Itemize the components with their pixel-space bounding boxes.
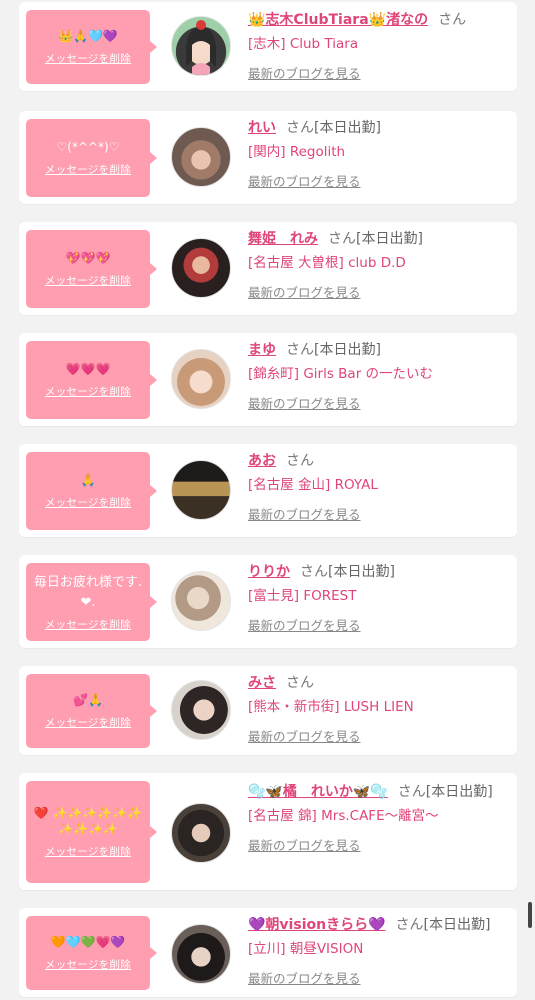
latest-blog-link[interactable]: 最新のブログを見る xyxy=(248,615,361,634)
message-text: 🙏 xyxy=(80,473,96,487)
message-bubble: 👑🙏🩵💜 メッセージを削除 xyxy=(26,10,157,84)
scrollbar[interactable] xyxy=(528,902,532,928)
member-info: 👑志木ClubTiara👑渚なの さん [志木] Club Tiara 最新のブロ… xyxy=(248,9,511,82)
delete-message-link[interactable]: メッセージを削除 xyxy=(45,384,131,399)
avatar[interactable] xyxy=(171,924,231,984)
message-text: ❤️ ✨✨✨✨✨✨ ✨✨✨✨ xyxy=(33,806,143,836)
member-info: みさ さん [熊本・新市街] LUSH LIEN 最新のブログを見る xyxy=(248,672,511,745)
message-card: 🙏 メッセージを削除 あお さん [名古屋 金山] ROYAL 最新のブログを見る xyxy=(19,444,517,537)
message-card: 🧡🩵💚💗💜 メッセージを削除 💜朝visionきらら💜 さん[本日出勤] [立川]… xyxy=(19,908,517,997)
member-name-link[interactable]: 舞姫 れみ xyxy=(248,231,318,247)
shop-name: [錦糸町] Girls Bar の一たいむ xyxy=(248,366,434,382)
honorific: さん xyxy=(397,784,426,800)
delete-message-link[interactable]: メッセージを削除 xyxy=(45,162,131,177)
member-name-link[interactable]: みさ xyxy=(248,675,276,691)
message-text: ♡(*^^*)♡ xyxy=(56,140,120,154)
member-name-link[interactable]: 💜朝visionきらら💜 xyxy=(248,917,386,933)
message-card: 💗💗💗 メッセージを削除 まゆ さん[本日出勤] [錦糸町] Girls Bar … xyxy=(19,333,517,426)
shop-name: [富士見] FOREST xyxy=(248,588,357,604)
member-info: まゆ さん[本日出勤] [錦糸町] Girls Bar の一たいむ 最新のブログを… xyxy=(248,339,511,412)
honorific: さん xyxy=(286,120,314,136)
shop-name: [立川] 朝昼VISION xyxy=(248,941,364,957)
latest-blog-link[interactable]: 最新のブログを見る xyxy=(248,968,361,987)
message-text: 🧡🩵💚💗💜 xyxy=(50,935,126,949)
message-bubble: 💗💗💗 メッセージを削除 xyxy=(26,341,157,419)
status-badge: [本日出勤] xyxy=(328,564,395,580)
member-name-link[interactable]: りりか xyxy=(248,564,290,580)
member-info: れい さん[本日出勤] [関内] Regolith 最新のブログを見る xyxy=(248,117,511,190)
message-bubble: 💖💖💖 メッセージを削除 xyxy=(26,230,157,308)
honorific: さん xyxy=(328,231,356,247)
avatar[interactable] xyxy=(171,238,231,298)
latest-blog-link[interactable]: 最新のブログを見る xyxy=(248,171,361,190)
avatar-illustration xyxy=(186,20,216,75)
message-text: 💕🙏 xyxy=(73,693,103,707)
honorific: さん xyxy=(395,917,424,933)
message-card: ❤️ ✨✨✨✨✨✨ ✨✨✨✨ メッセージを削除 🫧🦋橘 れいか🦋🫧 さん[本日出勤… xyxy=(19,773,517,890)
latest-blog-link[interactable]: 最新のブログを見る xyxy=(248,835,361,854)
honorific: さん xyxy=(286,675,314,691)
avatar[interactable] xyxy=(171,571,231,631)
latest-blog-link[interactable]: 最新のブログを見る xyxy=(248,504,361,523)
message-text: 💗💗💗 xyxy=(65,362,111,376)
delete-message-link[interactable]: メッセージを削除 xyxy=(45,617,131,632)
message-card: 👑🙏🩵💜 メッセージを削除 👑志木ClubTiara👑渚なの さん [志木] Cl… xyxy=(19,2,517,91)
member-info: りりか さん[本日出勤] [富士見] FOREST 最新のブログを見る xyxy=(248,561,511,634)
honorific: さん xyxy=(286,453,314,469)
latest-blog-link[interactable]: 最新のブログを見る xyxy=(248,63,361,82)
shop-name: [関内] Regolith xyxy=(248,144,346,160)
member-name-link[interactable]: あお xyxy=(248,453,276,469)
delete-message-link[interactable]: メッセージを削除 xyxy=(45,495,131,510)
honorific: さん xyxy=(300,564,328,580)
latest-blog-link[interactable]: 最新のブログを見る xyxy=(248,282,361,301)
member-info: 💜朝visionきらら💜 さん[本日出勤] [立川] 朝昼VISION 最新のブロ… xyxy=(248,914,511,987)
message-text: 💖💖💖 xyxy=(65,251,111,265)
honorific: さん xyxy=(286,342,314,358)
honorific: さん xyxy=(438,12,467,28)
status-badge: [本日出勤] xyxy=(314,342,381,358)
shop-name: [熊本・新市街] LUSH LIEN xyxy=(248,699,414,715)
delete-message-link[interactable]: メッセージを削除 xyxy=(45,715,131,730)
avatar[interactable] xyxy=(171,460,231,520)
shop-name: [名古屋 金山] ROYAL xyxy=(248,477,378,493)
message-bubble: 🙏 メッセージを削除 xyxy=(26,452,157,530)
message-text: 毎日お疲れ様です.❤. xyxy=(33,574,143,610)
shop-name: [志木] Club Tiara xyxy=(248,36,359,52)
message-bubble: ❤️ ✨✨✨✨✨✨ ✨✨✨✨ メッセージを削除 xyxy=(26,781,157,883)
message-card: 💕🙏 メッセージを削除 みさ さん [熊本・新市街] LUSH LIEN 最新のブ… xyxy=(19,666,517,755)
delete-message-link[interactable]: メッセージを削除 xyxy=(45,844,131,859)
avatar[interactable] xyxy=(171,349,231,409)
avatar[interactable] xyxy=(171,680,231,740)
member-info: あお さん [名古屋 金山] ROYAL 最新のブログを見る xyxy=(248,450,511,523)
latest-blog-link[interactable]: 最新のブログを見る xyxy=(248,726,361,745)
message-bubble: 毎日お疲れ様です.❤. メッセージを削除 xyxy=(26,563,157,641)
message-card: 毎日お疲れ様です.❤. メッセージを削除 りりか さん[本日出勤] [富士見] F… xyxy=(19,555,517,648)
message-bubble: 🧡🩵💚💗💜 メッセージを削除 xyxy=(26,916,157,990)
delete-message-link[interactable]: メッセージを削除 xyxy=(45,273,131,288)
avatar[interactable] xyxy=(171,803,231,863)
delete-message-link[interactable]: メッセージを削除 xyxy=(45,51,131,66)
avatar[interactable] xyxy=(171,127,231,187)
avatar[interactable] xyxy=(171,16,231,76)
shop-name: [名古屋 錦] Mrs.CAFE〜離宮〜 xyxy=(248,808,439,824)
latest-blog-link[interactable]: 最新のブログを見る xyxy=(248,393,361,412)
status-badge: [本日出勤] xyxy=(425,784,493,800)
member-info: 🫧🦋橘 れいか🦋🫧 さん[本日出勤] [名古屋 錦] Mrs.CAFE〜離宮〜 最… xyxy=(248,781,511,854)
status-badge: [本日出勤] xyxy=(356,231,423,247)
delete-message-link[interactable]: メッセージを削除 xyxy=(45,957,131,972)
member-name-link[interactable]: れい xyxy=(248,120,276,136)
member-name-link[interactable]: 👑志木ClubTiara👑渚なの xyxy=(248,12,428,28)
status-badge: [本日出勤] xyxy=(423,917,491,933)
message-card: ♡(*^^*)♡ メッセージを削除 れい さん[本日出勤] [関内] Regoli… xyxy=(19,111,517,204)
status-badge: [本日出勤] xyxy=(314,120,381,136)
message-bubble: ♡(*^^*)♡ メッセージを削除 xyxy=(26,119,157,197)
member-name-link[interactable]: 🫧🦋橘 れいか🦋🫧 xyxy=(248,784,388,800)
member-name-link[interactable]: まゆ xyxy=(248,342,276,358)
message-card: 💖💖💖 メッセージを削除 舞姫 れみ さん[本日出勤] [名古屋 大曽根] clu… xyxy=(19,222,517,315)
message-text: 👑🙏🩵💜 xyxy=(58,29,118,43)
message-bubble: 💕🙏 メッセージを削除 xyxy=(26,674,157,748)
member-info: 舞姫 れみ さん[本日出勤] [名古屋 大曽根] club D.D 最新のブログを… xyxy=(248,228,511,301)
shop-name: [名古屋 大曽根] club D.D xyxy=(248,255,406,271)
